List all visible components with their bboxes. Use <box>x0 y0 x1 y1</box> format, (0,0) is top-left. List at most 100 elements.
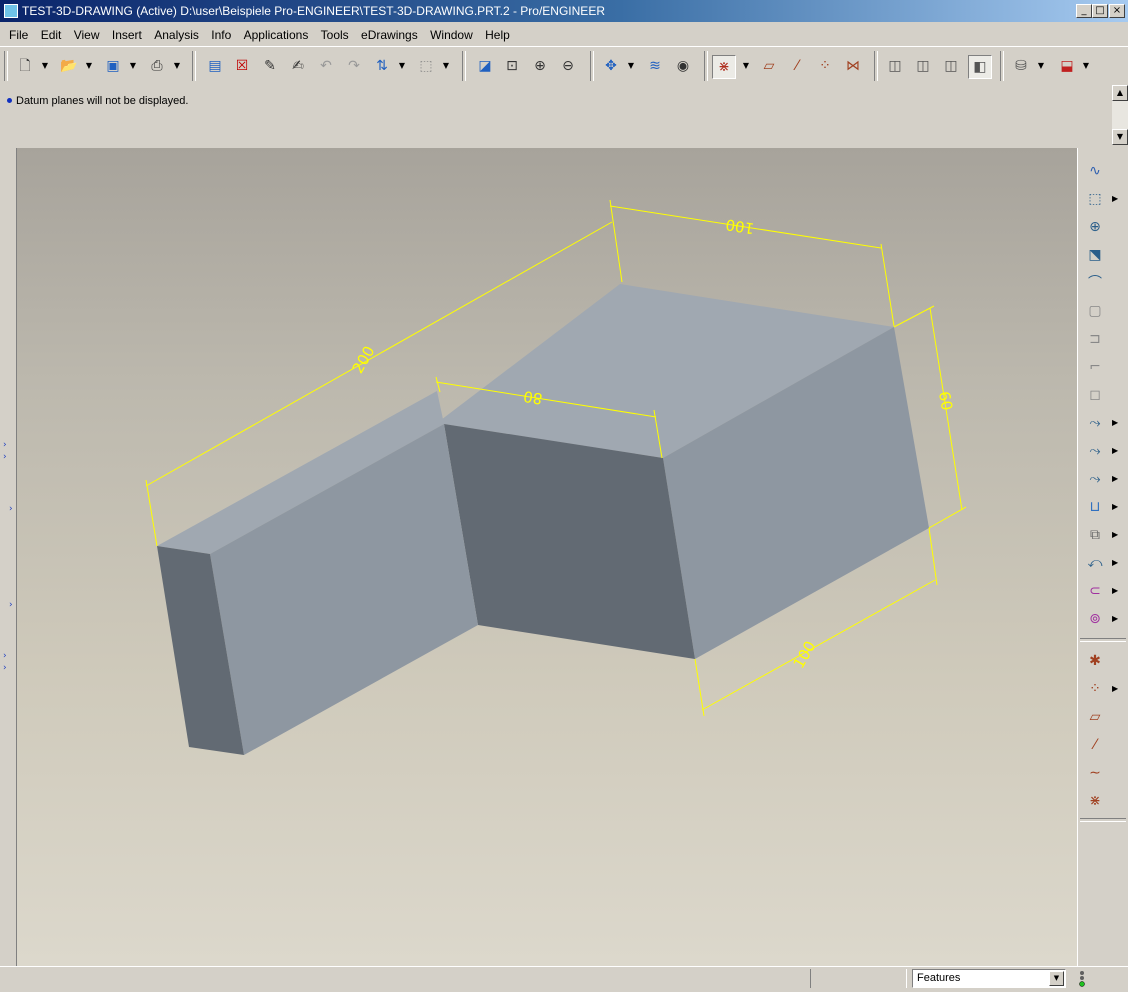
analysis-icon[interactable]: ⬓ <box>1056 55 1078 77</box>
protrusion-icon[interactable]: ⤳ <box>1084 412 1106 434</box>
relations-dropdown-icon[interactable]: ▼ <box>397 55 407 77</box>
menu-edit[interactable]: Edit <box>38 22 65 42</box>
blend-dropdown-icon[interactable]: ▶ <box>1112 496 1118 518</box>
blend-icon[interactable]: ⊔ <box>1084 496 1106 518</box>
csys-display-icon[interactable]: ⋈ <box>842 55 864 77</box>
select-dropdown-icon[interactable]: ▼ <box>441 55 451 77</box>
new-dropdown-icon[interactable]: ▼ <box>40 55 50 77</box>
datum-curve-icon[interactable]: ∿ <box>1084 160 1106 182</box>
expand-chevron-icon[interactable]: › <box>3 663 7 673</box>
menu-help[interactable]: Help <box>482 22 513 42</box>
sketch-dropdown-icon[interactable]: ▶ <box>1112 440 1118 462</box>
scroll-down-icon[interactable]: ▼ <box>1112 129 1128 145</box>
save-dropdown-icon[interactable]: ▼ <box>128 55 138 77</box>
chamfer-icon[interactable]: ◻ <box>1084 384 1106 406</box>
csys-icon[interactable]: ⋇ <box>1084 790 1106 812</box>
group-dropdown-icon[interactable]: ▶ <box>1112 608 1118 630</box>
menu-edrawings[interactable]: eDrawings <box>358 22 421 42</box>
protrusion-dropdown-icon[interactable]: ▶ <box>1112 412 1118 434</box>
close-button[interactable]: × <box>1109 4 1125 18</box>
menu-info[interactable]: Info <box>208 22 234 42</box>
chevron-down-icon[interactable]: ▼ <box>1049 971 1064 986</box>
datum-points-icon[interactable]: ⋇ <box>712 55 736 79</box>
expand-chevron-icon[interactable]: › <box>3 452 7 462</box>
edit-icon[interactable]: ✍ <box>287 55 309 77</box>
draft-icon[interactable]: ⌐ <box>1084 356 1106 378</box>
select-box-icon[interactable]: ⬚ <box>415 55 437 77</box>
mirror-icon[interactable]: ⊂ <box>1084 580 1106 602</box>
zoom-in-icon[interactable]: ⊕ <box>529 55 551 77</box>
undo-icon[interactable]: ↶ <box>315 55 337 77</box>
menu-insert[interactable]: Insert <box>109 22 145 42</box>
redo-icon[interactable]: ↷ <box>343 55 365 77</box>
zoom-fit-icon[interactable]: ⊡ <box>501 55 523 77</box>
sweep-icon[interactable]: ⤳ <box>1084 468 1106 490</box>
point-icon[interactable]: ✱ <box>1084 650 1106 672</box>
zoom-out-icon[interactable]: ⊖ <box>557 55 579 77</box>
pattern-dropdown-icon[interactable]: ▶ <box>1112 552 1118 574</box>
axis-icon[interactable]: ⁄ <box>1084 734 1106 756</box>
shaft-icon[interactable]: ⊕ <box>1084 216 1106 238</box>
left-sash[interactable]: › › › › › › <box>0 148 17 966</box>
print-icon[interactable]: ⎙ <box>146 55 168 77</box>
group-icon[interactable]: ⊚ <box>1084 608 1106 630</box>
plane-icon[interactable]: ▱ <box>1084 706 1106 728</box>
wireframe-icon[interactable]: ◫ <box>884 55 906 77</box>
expand-chevron-icon[interactable]: › <box>3 440 7 450</box>
regenerate-icon[interactable]: ✎ <box>259 55 281 77</box>
relations-icon[interactable]: ⇅ <box>371 55 393 77</box>
menu-analysis[interactable]: Analysis <box>151 22 202 42</box>
point-display-icon[interactable]: ⁘ <box>814 55 836 77</box>
window-icon[interactable]: ▤ <box>204 55 226 77</box>
repaint-icon[interactable]: ◪ <box>474 55 496 77</box>
scroll-up-icon[interactable]: ▲ <box>1112 85 1128 101</box>
save-icon[interactable]: ▣ <box>102 55 124 77</box>
spin-center-icon[interactable]: ✥ <box>600 55 622 77</box>
selection-filter-select[interactable]: Features ▼ <box>912 969 1066 988</box>
mirror-dropdown-icon[interactable]: ▶ <box>1112 580 1118 602</box>
open-icon[interactable]: 📂 <box>58 55 80 77</box>
menu-window[interactable]: Window <box>427 22 476 42</box>
hole-dropdown-icon[interactable]: ▶ <box>1112 188 1118 210</box>
datum-dropdown-icon[interactable]: ▼ <box>741 55 751 77</box>
sweep-dropdown-icon[interactable]: ▶ <box>1112 468 1118 490</box>
model-viewport[interactable]: 100 200 80 60 100 <box>17 148 1077 966</box>
model-tree-dropdown-icon[interactable]: ▼ <box>1036 55 1046 77</box>
copy-icon[interactable]: ⧉ <box>1084 524 1106 546</box>
layers-icon[interactable]: ≋ <box>644 55 666 77</box>
model-tree-icon[interactable]: ⛁ <box>1010 55 1032 77</box>
menu-view[interactable]: View <box>71 22 103 42</box>
minimize-button[interactable]: _ <box>1076 4 1092 18</box>
expand-chevron-icon[interactable]: › <box>3 651 7 661</box>
shading-icon[interactable]: ◧ <box>968 55 992 79</box>
view-manager-icon[interactable]: ◉ <box>672 55 694 77</box>
cut-icon[interactable]: ⬔ <box>1084 244 1106 266</box>
copy-dropdown-icon[interactable]: ▶ <box>1112 524 1118 546</box>
close-window-icon[interactable]: ☒ <box>231 55 253 77</box>
tall-block-front-face[interactable] <box>444 424 695 659</box>
new-icon[interactable]: 🗋 <box>14 55 36 77</box>
curve-icon[interactable]: ∼ <box>1084 762 1106 784</box>
hole-icon[interactable]: ⬚ <box>1084 188 1106 210</box>
point-array-dropdown-icon[interactable]: ▶ <box>1112 678 1118 700</box>
graphics-window[interactable]: 100 200 80 60 100 <box>17 148 1077 966</box>
menu-file[interactable]: File <box>6 22 31 42</box>
expand-chevron-icon[interactable]: › <box>9 600 13 610</box>
maximize-button[interactable]: □ <box>1092 4 1108 18</box>
sketch-icon[interactable]: ⤳ <box>1084 440 1106 462</box>
menu-applications[interactable]: Applications <box>241 22 312 42</box>
message-scrollbar[interactable]: ▲ ▼ <box>1112 85 1128 145</box>
spin-dropdown-icon[interactable]: ▼ <box>626 55 636 77</box>
rib-icon[interactable]: ⊐ <box>1084 328 1106 350</box>
pattern-icon[interactable]: ⤺ <box>1084 552 1106 574</box>
open-dropdown-icon[interactable]: ▼ <box>84 55 94 77</box>
datum-planes-icon[interactable]: ▱ <box>758 55 780 77</box>
round-icon[interactable]: ⌒ <box>1084 272 1106 294</box>
print-dropdown-icon[interactable]: ▼ <box>172 55 182 77</box>
point-array-icon[interactable]: ⁘ <box>1084 678 1106 700</box>
expand-chevron-icon[interactable]: › <box>9 504 13 514</box>
datum-axes-icon[interactable]: ⁄ <box>786 55 808 77</box>
shell-icon[interactable]: ▢ <box>1084 300 1106 322</box>
hidden-line-icon[interactable]: ◫ <box>912 55 934 77</box>
menu-tools[interactable]: Tools <box>318 22 352 42</box>
